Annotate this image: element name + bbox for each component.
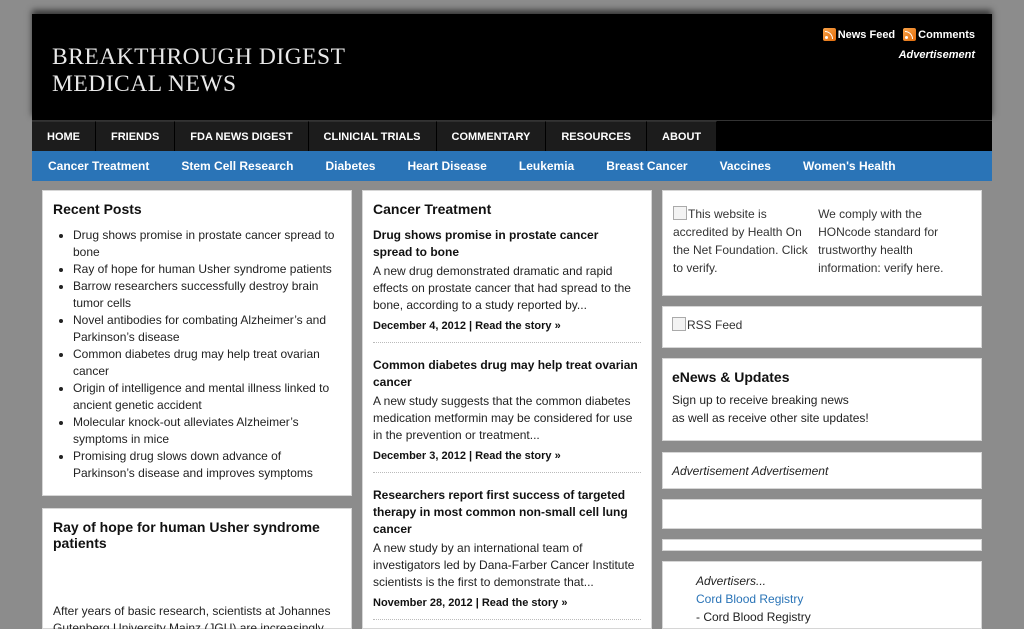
nav-clinical-trials[interactable]: CLINICIAL TRIALS [308, 121, 437, 151]
nav-resources[interactable]: RESOURCES [546, 121, 648, 151]
list-item[interactable]: Promising drug slows down advance of Par… [73, 448, 341, 482]
post-title[interactable]: Common diabetes drug may help treat ovar… [373, 357, 641, 391]
hon-code-widget: This website is accredited by Health On … [662, 190, 982, 296]
post-title[interactable]: Drug shows promise in prostate cancer sp… [373, 227, 641, 261]
list-item[interactable]: Molecular knock-out alleviates Alzheimer… [73, 414, 341, 448]
list-item[interactable]: Drug shows promise in prostate cancer sp… [73, 227, 341, 261]
nav-friends[interactable]: FRIENDS [96, 121, 176, 151]
cat-cancer-treatment[interactable]: Cancer Treatment [48, 159, 149, 173]
rss-icon [822, 28, 836, 41]
nav-home[interactable]: HOME [32, 121, 96, 151]
post-meta-read-more[interactable]: December 4, 2012 | Read the story » [373, 320, 641, 332]
cat-womens-health[interactable]: Women's Health [803, 159, 896, 173]
hon-statement[interactable]: We comply with the HONcode standard for … [818, 205, 971, 281]
featured-post-excerpt: After years of basic research, scientist… [53, 604, 331, 629]
post-excerpt: A new study suggests that the common dia… [373, 394, 633, 442]
advertisers-widget: Advertisers... Cord Blood Registry - Cor… [662, 561, 982, 629]
hon-badge-image[interactable]: This website is accredited by Health On … [673, 205, 810, 281]
post-meta-read-more[interactable]: November 28, 2012 | Read the story » [373, 597, 641, 609]
enews-title: eNews & Updates [672, 369, 790, 385]
recent-posts-list: Drug shows promise in prostate cancer sp… [53, 227, 341, 482]
post-item: Researchers report first success of targ… [373, 487, 641, 620]
list-item[interactable]: Origin of intelligence and mental illnes… [73, 380, 341, 414]
recent-posts-title: Recent Posts [53, 201, 142, 217]
rss-feed-alt: RSS Feed [687, 318, 743, 332]
post-excerpt: A new study by an international team of … [373, 541, 635, 589]
page-wrapper: BREAKTHROUGH DIGEST MEDICAL NEWS News Fe… [32, 14, 992, 629]
advertiser-link[interactable]: Cord Blood Registry [696, 590, 948, 608]
empty-widget [662, 499, 982, 529]
featured-post: Ray of hope for human Usher syndrome pat… [42, 508, 352, 629]
news-feed-label: News Feed [837, 28, 896, 41]
news-feed-link[interactable]: News Feed [822, 28, 896, 41]
list-item[interactable]: Barrow researchers successfully destroy … [73, 278, 341, 312]
empty-widget [662, 539, 982, 551]
enews-description: Sign up to receive breaking news as well… [672, 393, 869, 425]
post-item: Drug shows promise in prostate cancer sp… [373, 227, 641, 343]
feed-links: News Feed Comments [822, 28, 975, 41]
cancer-treatment-widget: Cancer Treatment Drug shows promise in p… [362, 190, 652, 629]
nav-fda-news-digest[interactable]: FDA NEWS DIGEST [175, 121, 309, 151]
rss-icon [903, 28, 917, 41]
comments-feed-link[interactable]: Comments [903, 28, 975, 41]
primary-nav: HOME FRIENDS FDA NEWS DIGEST CLINICIAL T… [32, 120, 992, 151]
site-header: BREAKTHROUGH DIGEST MEDICAL NEWS News Fe… [32, 14, 992, 120]
post-meta-read-more[interactable]: December 3, 2012 | Read the story » [373, 450, 641, 462]
recent-posts-widget: Recent Posts Drug shows promise in prost… [42, 190, 352, 496]
site-title[interactable]: BREAKTHROUGH DIGEST MEDICAL NEWS [52, 44, 372, 98]
comments-feed-label: Comments [918, 28, 975, 41]
featured-post-title[interactable]: Ray of hope for human Usher syndrome pat… [53, 519, 341, 551]
header-advertisement: Advertisement [898, 49, 975, 61]
post-excerpt: A new drug demonstrated dramatic and rap… [373, 264, 631, 312]
cat-breast-cancer[interactable]: Breast Cancer [606, 159, 687, 173]
enews-widget: eNews & Updates Sign up to receive break… [662, 358, 982, 441]
post-title[interactable]: Researchers report first success of targ… [373, 487, 641, 538]
nav-about[interactable]: ABOUT [647, 121, 718, 151]
cat-stem-cell-research[interactable]: Stem Cell Research [181, 159, 293, 173]
list-item[interactable]: Common diabetes drug may help treat ovar… [73, 346, 341, 380]
cat-leukemia[interactable]: Leukemia [519, 159, 574, 173]
broken-image-icon [672, 317, 686, 331]
nav-commentary[interactable]: COMMENTARY [436, 121, 547, 151]
list-item[interactable]: Ray of hope for human Usher syndrome pat… [73, 261, 341, 278]
advertiser-description: - Cord Blood Registry [696, 610, 811, 624]
advertisers-label: Advertisers... [696, 574, 767, 588]
advertisement-widget: Advertisement Advertisement [662, 452, 982, 489]
cat-vaccines[interactable]: Vaccines [720, 159, 771, 173]
rss-feed-widget[interactable]: RSS Feed [662, 306, 982, 348]
cat-heart-disease[interactable]: Heart Disease [407, 159, 486, 173]
broken-image-icon [673, 206, 687, 220]
post-item: Common diabetes drug may help treat ovar… [373, 357, 641, 473]
list-item[interactable]: Novel antibodies for combating Alzheimer… [73, 312, 341, 346]
cancer-treatment-title: Cancer Treatment [373, 201, 492, 217]
cat-diabetes[interactable]: Diabetes [325, 159, 375, 173]
category-nav: Cancer Treatment Stem Cell Research Diab… [32, 151, 992, 181]
